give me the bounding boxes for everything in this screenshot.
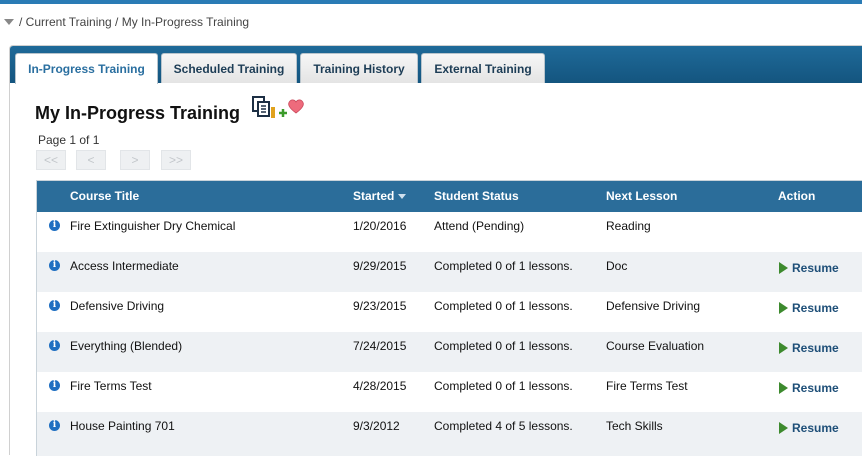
student-status: Attend (Pending) [434, 219, 525, 233]
resume-button[interactable]: Resume [779, 301, 839, 315]
top-accent-bar [0, 0, 862, 4]
header-course-title[interactable]: Course Title [70, 189, 139, 203]
previous-page-button[interactable]: < [76, 150, 106, 170]
tab-external-training[interactable]: External Training [421, 53, 545, 83]
student-status: Completed 4 of 5 lessons. [434, 419, 573, 433]
started-date: 7/24/2015 [353, 339, 407, 353]
resume-button[interactable]: Resume [779, 421, 839, 435]
table-row: i Fire Terms Test 4/28/2015 Completed 0 … [37, 372, 862, 412]
play-icon [779, 302, 788, 314]
play-icon [779, 262, 788, 274]
student-status: Completed 0 of 1 lessons. [434, 259, 573, 273]
info-icon[interactable]: i [49, 220, 60, 231]
header-student-status[interactable]: Student Status [434, 189, 519, 203]
header-started-label: Started [353, 189, 395, 203]
course-title: Defensive Driving [70, 299, 165, 313]
resume-button[interactable]: Resume [779, 381, 839, 395]
header-started[interactable]: Started [353, 189, 407, 203]
next-lesson: Course Evaluation [606, 339, 705, 353]
resume-label: Resume [792, 301, 839, 315]
table-row: i House Painting 701 9/3/2012 Completed … [37, 412, 862, 452]
course-title: Everything (Blended) [70, 339, 183, 353]
next-lesson: Defensive Driving [606, 299, 701, 313]
table-row: i Fire Extinguisher Dry Chemical 1/20/20… [37, 212, 862, 252]
started-date: 4/28/2015 [353, 379, 407, 393]
student-status: Completed 0 of 1 lessons. [434, 379, 573, 393]
next-lesson: Fire Terms Test [606, 379, 688, 393]
breadcrumb: / Current Training / My In-Progress Trai… [4, 14, 249, 30]
started-date: 9/29/2015 [353, 259, 407, 273]
breadcrumb-text: / Current Training / My In-Progress Trai… [19, 15, 250, 29]
student-status: Completed 0 of 1 lessons. [434, 339, 573, 353]
student-status: Completed 0 of 1 lessons. [434, 299, 573, 313]
collapse-caret-icon[interactable] [4, 19, 14, 25]
resume-button[interactable]: Resume [779, 261, 839, 275]
sort-descending-icon [398, 194, 407, 200]
tab-scheduled-training[interactable]: Scheduled Training [161, 53, 297, 83]
next-lesson: Tech Skills [606, 419, 663, 433]
copy-icon[interactable] [252, 96, 275, 118]
course-title: Fire Terms Test [70, 379, 152, 393]
started-date: 9/23/2015 [353, 299, 407, 313]
table-row: i Access Intermediate 9/29/2015 Complete… [37, 252, 862, 292]
course-title: Access Intermediate [70, 259, 179, 273]
last-page-button[interactable]: >> [161, 150, 191, 170]
info-icon[interactable]: i [49, 260, 60, 271]
course-title: Fire Extinguisher Dry Chemical [70, 219, 236, 233]
info-icon[interactable]: i [49, 420, 60, 431]
pagination-info: Page 1 of 1 [38, 133, 100, 147]
tab-bar: In-Progress Training Scheduled Training … [10, 46, 862, 84]
play-icon [779, 382, 788, 394]
resume-button[interactable]: Resume [779, 341, 839, 355]
first-page-button[interactable]: << [36, 150, 66, 170]
tab-in-progress-training[interactable]: In-Progress Training [15, 53, 158, 84]
header-next-lesson[interactable]: Next Lesson [606, 189, 677, 203]
in-progress-training-table: Course Title Started Student Status Next… [36, 180, 862, 456]
header-action: Action [778, 189, 816, 203]
next-page-button[interactable]: > [120, 150, 150, 170]
table-row: i Everything (Blended) 7/24/2015 Complet… [37, 332, 862, 372]
table-header: Course Title Started Student Status Next… [37, 181, 862, 212]
title-actions [252, 96, 312, 120]
info-icon[interactable]: i [49, 380, 60, 391]
page-title: My In-Progress Training [35, 103, 241, 123]
table-row: i Defensive Driving 9/23/2015 Completed … [37, 292, 862, 332]
started-date: 9/3/2012 [353, 419, 400, 433]
training-panel: In-Progress Training Scheduled Training … [9, 45, 862, 456]
resume-label: Resume [792, 381, 839, 395]
tab-training-history[interactable]: Training History [300, 53, 418, 83]
info-icon[interactable]: i [49, 340, 60, 351]
next-lesson: Doc [606, 259, 628, 273]
resume-label: Resume [792, 341, 839, 355]
started-date: 1/20/2016 [353, 219, 407, 233]
add-favorite-icon[interactable] [279, 99, 304, 117]
play-icon [779, 422, 788, 434]
play-icon [779, 342, 788, 354]
next-lesson: Reading [606, 219, 651, 233]
resume-label: Resume [792, 261, 839, 275]
course-title: House Painting 701 [70, 419, 175, 433]
resume-label: Resume [792, 421, 839, 435]
info-icon[interactable]: i [49, 300, 60, 311]
